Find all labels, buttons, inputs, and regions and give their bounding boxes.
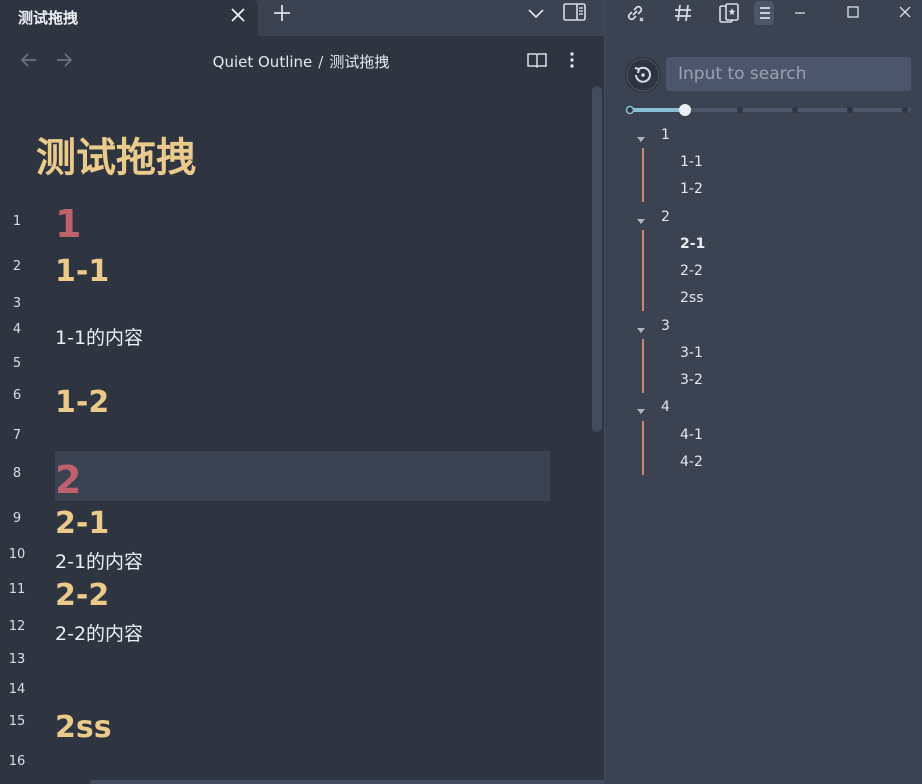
line-number: 15: [8, 714, 26, 729]
close-icon[interactable]: [227, 4, 249, 26]
tab-title: 测试拖拽: [18, 9, 79, 27]
outline-subheading-item[interactable]: 1-2: [680, 178, 703, 200]
paragraph-text[interactable]: 2-2的内容: [55, 619, 143, 646]
caret-down-icon[interactable]: [636, 212, 646, 224]
editor-pane: 测试拖拽 Quiet Outline / 测试拖拽 测试拖拽 1 1 2 1-1…: [0, 0, 604, 784]
line-number: 11: [8, 582, 26, 597]
outline-guide-line: [642, 421, 644, 475]
outline-guide-line: [642, 339, 644, 393]
horizontal-scrollbar[interactable]: [90, 780, 604, 784]
line-number: 13: [8, 652, 26, 667]
line-number: 3: [12, 296, 22, 311]
hash-icon[interactable]: [671, 1, 695, 25]
breadcrumb: Quiet Outline / 测试拖拽: [0, 51, 604, 72]
outline-subheading-item[interactable]: 2ss: [680, 287, 704, 309]
tab-active[interactable]: 测试拖拽: [0, 0, 258, 36]
caret-down-icon[interactable]: [636, 130, 646, 142]
outline-subheading-item[interactable]: 1-1: [680, 151, 703, 173]
line-number: 5: [12, 356, 22, 371]
breadcrumb-folder[interactable]: Quiet Outline: [213, 53, 313, 71]
outline-heading-item[interactable]: 1: [661, 124, 670, 146]
more-vertical-icon[interactable]: [564, 50, 580, 70]
outline-subheading-item[interactable]: 4-1: [680, 424, 703, 446]
minimize-icon[interactable]: [789, 2, 811, 22]
app-window: 测试拖拽 Quiet Outline / 测试拖拽 测试拖拽 1 1 2 1-1…: [0, 0, 922, 784]
breadcrumb-file[interactable]: 测试拖拽: [329, 51, 389, 72]
line-number: 16: [8, 754, 26, 769]
sidebar-toggle-icon[interactable]: [562, 1, 588, 23]
outline-subheading-item[interactable]: 2-1: [680, 233, 705, 255]
line-number: 1: [12, 214, 22, 229]
heading-h2[interactable]: 1-1: [55, 254, 109, 289]
document-title[interactable]: 测试拖拽: [36, 125, 196, 183]
chevron-down-icon[interactable]: [524, 2, 548, 24]
heading-h1[interactable]: 2: [55, 458, 81, 502]
line-number: 14: [8, 682, 26, 697]
maximize-icon[interactable]: [842, 2, 864, 22]
active-line-highlight: [55, 451, 550, 501]
paragraph-text[interactable]: 1-1的内容: [55, 323, 143, 350]
paragraph-text[interactable]: 2-1的内容: [55, 547, 143, 574]
line-number: 12: [8, 619, 26, 634]
search-input[interactable]: [666, 57, 911, 91]
outline-guide-line: [642, 148, 644, 202]
vertical-scrollbar[interactable]: [592, 86, 602, 432]
line-number: 9: [12, 511, 22, 526]
heading-h1[interactable]: 1: [55, 202, 81, 246]
heading-h2[interactable]: 2ss: [55, 710, 112, 745]
outline-subheading-item[interactable]: 4-2: [680, 451, 703, 473]
line-number: 10: [8, 547, 26, 562]
outline-guide-line: [642, 230, 644, 311]
outline-heading-item[interactable]: 2: [661, 206, 670, 228]
sidebar-tab-header: [605, 0, 922, 26]
list-icon[interactable]: [754, 1, 774, 25]
tab-bar: 测试拖拽: [0, 0, 604, 36]
heading-h2[interactable]: 1-2: [55, 385, 109, 420]
breadcrumb-separator: /: [318, 53, 324, 71]
outline-subheading-item[interactable]: 3-2: [680, 369, 703, 391]
bookmark-cards-icon[interactable]: [717, 1, 741, 25]
plus-icon[interactable]: [268, 0, 296, 26]
caret-down-icon[interactable]: [636, 402, 646, 414]
line-number: 8: [12, 466, 22, 481]
view-header: Quiet Outline / 测试拖拽: [0, 36, 604, 86]
outline-subheading-item[interactable]: 3-1: [680, 342, 703, 364]
outline-heading-item[interactable]: 4: [661, 396, 670, 418]
heading-h2[interactable]: 2-1: [55, 506, 109, 541]
line-number: 4: [12, 322, 22, 337]
line-number: 6: [12, 388, 22, 403]
close-window-icon[interactable]: [894, 2, 916, 22]
book-open-icon[interactable]: [526, 50, 548, 70]
line-number: 2: [12, 259, 22, 274]
outline-subheading-item[interactable]: 2-2: [680, 260, 703, 282]
line-number: 7: [12, 428, 22, 443]
heading-level-slider[interactable]: [625, 102, 913, 116]
outline-pane: 1 1-1 1-2 2 2-1 2-2 2ss 3 3-1 3-2 4 4-1 4-2: [604, 0, 922, 784]
heading-h2[interactable]: 2-2: [55, 578, 109, 613]
caret-down-icon[interactable]: [636, 321, 646, 333]
outline-heading-item[interactable]: 3: [661, 315, 670, 337]
links-icon[interactable]: [623, 1, 647, 25]
reset-icon[interactable]: [625, 57, 661, 93]
